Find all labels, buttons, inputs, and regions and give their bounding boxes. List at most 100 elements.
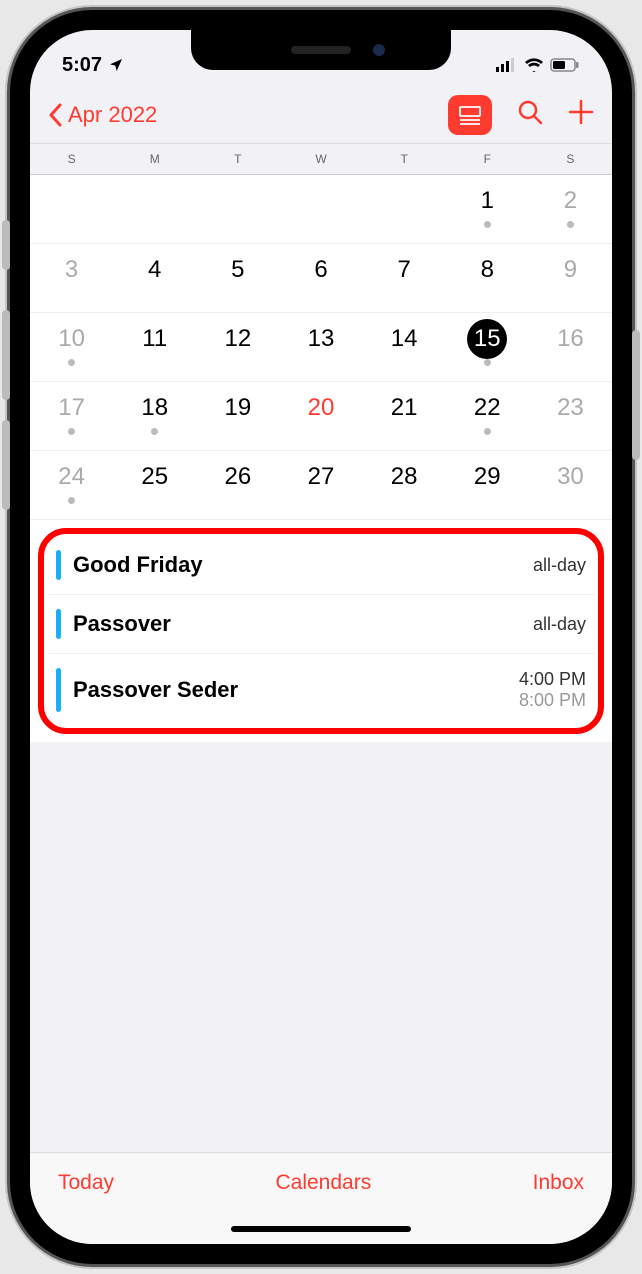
weekday-label: F — [446, 152, 529, 166]
back-chevron-icon[interactable] — [48, 103, 64, 127]
day-cell[interactable]: 18 — [113, 382, 196, 450]
weekday-label: T — [363, 152, 446, 166]
day-number: 9 — [564, 256, 577, 284]
day-number: 2 — [564, 187, 577, 215]
day-cell[interactable]: 28 — [363, 451, 446, 519]
day-number: 29 — [474, 463, 501, 491]
events-list: Good Friday all-day Passover all-day Pas… — [30, 520, 612, 742]
day-number: 30 — [557, 463, 584, 491]
day-cell[interactable] — [196, 175, 279, 243]
day-cell[interactable]: 9 — [529, 244, 612, 312]
day-cell[interactable]: 20 — [279, 382, 362, 450]
inbox-button[interactable]: Inbox — [533, 1171, 584, 1195]
day-number: 16 — [557, 325, 584, 353]
highlight-annotation: Good Friday all-day Passover all-day Pas… — [38, 528, 604, 734]
list-view-toggle[interactable] — [448, 95, 492, 135]
event-color-bar — [56, 550, 61, 580]
day-cell[interactable]: 10 — [30, 313, 113, 381]
add-event-button[interactable] — [568, 95, 594, 134]
day-number: 18 — [141, 394, 168, 422]
day-number: 27 — [308, 463, 335, 491]
weekday-label: M — [113, 152, 196, 166]
battery-icon — [550, 58, 580, 72]
day-cell[interactable]: 26 — [196, 451, 279, 519]
event-row[interactable]: Passover all-day — [48, 594, 594, 653]
event-color-bar — [56, 609, 61, 639]
day-cell[interactable] — [113, 175, 196, 243]
event-row[interactable]: Good Friday all-day — [48, 536, 594, 594]
day-number: 6 — [314, 256, 327, 284]
event-dot-icon — [484, 221, 491, 228]
day-cell[interactable]: 6 — [279, 244, 362, 312]
event-title: Passover — [73, 611, 533, 637]
day-cell[interactable]: 22 — [446, 382, 529, 450]
day-number: 28 — [391, 463, 418, 491]
day-number: 14 — [391, 325, 418, 353]
day-cell[interactable]: 5 — [196, 244, 279, 312]
day-cell[interactable] — [279, 175, 362, 243]
nav-bar: Apr 2022 — [30, 86, 612, 144]
day-number: 19 — [225, 394, 252, 422]
day-cell[interactable]: 13 — [279, 313, 362, 381]
event-dot-icon — [484, 428, 491, 435]
event-dot-icon — [151, 428, 158, 435]
day-cell[interactable]: 16 — [529, 313, 612, 381]
home-indicator[interactable] — [231, 1226, 411, 1232]
day-cell[interactable]: 1 — [446, 175, 529, 243]
day-cell[interactable]: 15 — [446, 313, 529, 381]
day-number: 13 — [308, 325, 335, 353]
event-title: Passover Seder — [73, 677, 519, 703]
event-dot-icon — [68, 359, 75, 366]
today-button[interactable]: Today — [58, 1171, 114, 1195]
cellular-icon — [496, 58, 518, 72]
search-button[interactable] — [516, 98, 544, 131]
day-number: 20 — [308, 394, 335, 422]
day-cell[interactable]: 3 — [30, 244, 113, 312]
day-cell[interactable]: 11 — [113, 313, 196, 381]
day-cell[interactable]: 17 — [30, 382, 113, 450]
day-number: 15 — [474, 325, 501, 353]
day-cell[interactable]: 8 — [446, 244, 529, 312]
day-number: 11 — [142, 325, 167, 353]
day-cell[interactable]: 4 — [113, 244, 196, 312]
day-cell[interactable]: 24 — [30, 451, 113, 519]
weekday-label: S — [30, 152, 113, 166]
volume-button — [2, 310, 10, 400]
day-number: 4 — [148, 256, 161, 284]
day-number: 21 — [391, 394, 418, 422]
day-cell[interactable] — [363, 175, 446, 243]
power-button — [632, 330, 640, 460]
day-number: 23 — [557, 394, 584, 422]
day-cell[interactable]: 27 — [279, 451, 362, 519]
day-cell[interactable]: 29 — [446, 451, 529, 519]
day-cell[interactable]: 23 — [529, 382, 612, 450]
weekday-label: W — [279, 152, 362, 166]
weekday-label: S — [529, 152, 612, 166]
weekday-label: T — [196, 152, 279, 166]
event-title: Good Friday — [73, 552, 533, 578]
event-dot-icon — [484, 359, 491, 366]
day-cell[interactable] — [30, 175, 113, 243]
calendar-grid: 1234567891011121314151617181920212223242… — [30, 175, 612, 520]
day-cell[interactable]: 21 — [363, 382, 446, 450]
day-cell[interactable]: 12 — [196, 313, 279, 381]
day-number: 1 — [481, 187, 494, 215]
day-cell[interactable]: 25 — [113, 451, 196, 519]
day-cell[interactable]: 2 — [529, 175, 612, 243]
day-number: 26 — [225, 463, 252, 491]
day-number: 5 — [231, 256, 244, 284]
day-cell[interactable]: 30 — [529, 451, 612, 519]
event-row[interactable]: Passover Seder 4:00 PM 8:00 PM — [48, 653, 594, 726]
event-time: 4:00 PM 8:00 PM — [519, 669, 586, 711]
day-cell[interactable]: 14 — [363, 313, 446, 381]
day-cell[interactable]: 19 — [196, 382, 279, 450]
event-color-bar — [56, 668, 61, 712]
day-cell[interactable]: 7 — [363, 244, 446, 312]
notch — [191, 30, 451, 70]
bottom-toolbar: Today Calendars Inbox — [30, 1152, 612, 1244]
day-number: 25 — [141, 463, 168, 491]
calendars-button[interactable]: Calendars — [275, 1171, 371, 1195]
weekday-header: S M T W T F S — [30, 144, 612, 175]
month-label[interactable]: Apr 2022 — [68, 102, 448, 128]
event-dot-icon — [68, 428, 75, 435]
